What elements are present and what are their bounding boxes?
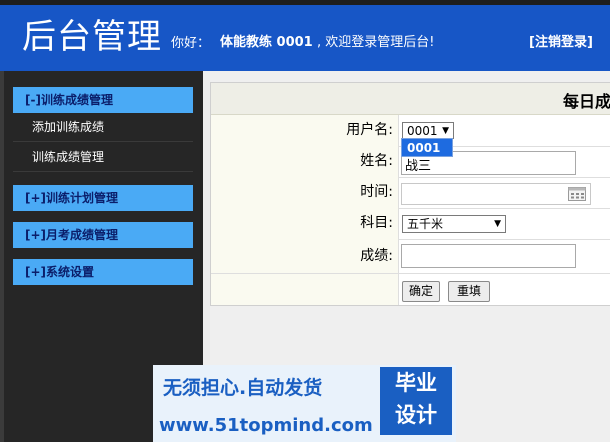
- username-select[interactable]: 0001 ▼: [402, 122, 454, 139]
- reset-button[interactable]: 重填: [448, 281, 490, 302]
- actions-label-cell: [211, 274, 399, 305]
- menu-training-plan[interactable]: [+]训练计划管理: [13, 185, 193, 211]
- menu-monthly-exam[interactable]: [+]月考成绩管理: [13, 222, 193, 248]
- watermark-banner: 无须担心.自动发货 www.51topmind.com 毕业 设计: [153, 365, 456, 442]
- menu-training-score[interactable]: [-]训练成绩管理: [13, 87, 193, 113]
- subject-field-cell: 五千米 ▼: [400, 208, 610, 239]
- name-input-value: 战三: [405, 159, 432, 174]
- time-label: 时间:: [211, 177, 399, 208]
- subject-select-value: 五千米: [407, 217, 444, 231]
- sidebar-item-manage-training-score[interactable]: 训练成绩管理: [13, 143, 193, 172]
- current-user: 体能教练 0001: [220, 35, 313, 50]
- calendar-icon[interactable]: [568, 187, 586, 201]
- form-title: 每日成: [563, 92, 610, 111]
- menu-system-settings[interactable]: [+]系统设置: [13, 259, 193, 285]
- header-bar: 后台管理 你好： 体能教练 0001 , 欢迎登录管理后台! [注销登录]: [0, 5, 610, 71]
- sidebar-item-add-training-score[interactable]: 添加训练成绩: [13, 113, 193, 142]
- watermark-line1: 无须担心.自动发货: [163, 377, 323, 399]
- row-actions: 确定 重填: [211, 274, 610, 305]
- time-field-cell: [400, 177, 610, 208]
- window-left-edge: [0, 71, 4, 442]
- time-input[interactable]: [401, 183, 591, 205]
- app-title: 后台管理: [22, 17, 162, 57]
- greeting-label: 你好：: [171, 36, 211, 51]
- actions-field-cell: 确定 重填: [400, 274, 610, 305]
- logout-link[interactable]: [注销登录]: [529, 31, 593, 50]
- username-select-value: 0001: [407, 124, 438, 138]
- form-caption: 每日成: [211, 83, 610, 115]
- chevron-down-icon: ▼: [494, 219, 501, 229]
- row-subject: 科目: 五千米 ▼: [211, 208, 610, 240]
- submit-button[interactable]: 确定: [402, 281, 440, 302]
- score-input[interactable]: [401, 244, 576, 268]
- watermark-logo: 毕业 设计: [380, 367, 452, 435]
- subject-select[interactable]: 五千米 ▼: [402, 215, 506, 233]
- row-time: 时间:: [211, 177, 610, 209]
- watermark-logo-top: 毕业: [395, 371, 437, 395]
- score-form: 每日成 用户名: 0001 ▼ 姓名: 战三 时间: 科目: 五千米 ▼ 成绩:…: [210, 82, 610, 306]
- row-score: 成绩:: [211, 239, 610, 274]
- subject-label: 科目:: [211, 208, 399, 239]
- score-field-cell: [400, 239, 610, 273]
- welcome-text: , 欢迎登录管理后台!: [317, 35, 435, 50]
- score-label: 成绩:: [211, 239, 399, 273]
- username-label: 用户名:: [211, 115, 399, 146]
- watermark-url: www.51topmind.com: [159, 415, 373, 436]
- username-dropdown-option[interactable]: 0001: [401, 138, 453, 157]
- watermark-logo-bottom: 设计: [395, 403, 437, 427]
- name-label: 姓名:: [211, 146, 399, 177]
